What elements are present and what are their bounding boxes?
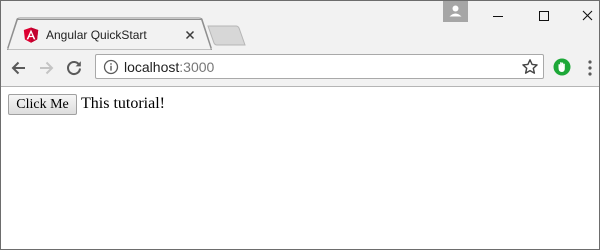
click-me-button[interactable]: Click Me xyxy=(8,94,77,115)
forward-arrow-icon[interactable] xyxy=(36,58,56,78)
maximize-icon[interactable] xyxy=(520,3,566,29)
reload-icon[interactable] xyxy=(64,58,84,78)
info-icon[interactable] xyxy=(103,59,119,75)
back-arrow-icon[interactable] xyxy=(9,58,29,78)
menu-dots-icon[interactable] xyxy=(587,59,593,77)
url-host: localhost xyxy=(124,59,180,75)
extension-icon[interactable] xyxy=(553,58,571,76)
address-bar[interactable]: localhost:3000 xyxy=(95,54,544,79)
angular-icon xyxy=(23,27,39,43)
page-text: This tutorial! xyxy=(81,95,165,112)
bookmark-star-icon[interactable] xyxy=(521,58,539,76)
new-tab-button[interactable] xyxy=(207,25,247,47)
active-tab[interactable] xyxy=(1,1,215,51)
title-bar: Angular QuickStart xyxy=(1,1,600,51)
tab-title: Angular QuickStart xyxy=(46,28,147,42)
url-text[interactable]: localhost:3000 xyxy=(124,59,214,75)
close-window-icon[interactable] xyxy=(564,3,600,29)
person-icon xyxy=(449,5,462,17)
url-port: :3000 xyxy=(179,59,215,75)
page-content: Click Me This tutorial! xyxy=(1,87,599,249)
tab-close-icon[interactable] xyxy=(182,27,198,43)
toolbar: localhost:3000 xyxy=(1,50,599,87)
browser-window: Angular QuickStart localhost:3000 Click … xyxy=(0,0,600,250)
profile-button[interactable] xyxy=(443,1,468,22)
minimize-icon[interactable] xyxy=(475,3,521,29)
